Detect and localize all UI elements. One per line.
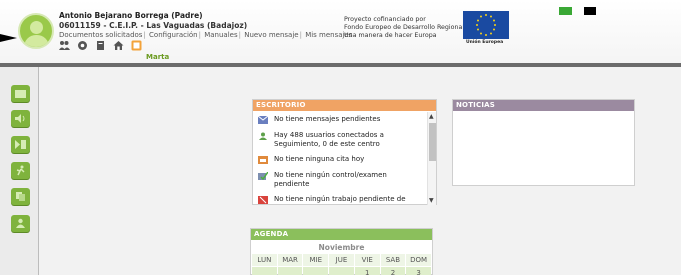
gear-icon[interactable] [77,40,88,51]
mail-icon [258,116,268,124]
calendar-day[interactable]: 1 [354,267,380,275]
escritorio-panel: ESCRITORIO No tiene mensajes pendientes … [252,99,437,205]
agenda-title: AGENDA [251,229,432,240]
noticias-panel: NOTICIAS [452,99,635,186]
header-toolbar [59,40,142,52]
scroll-down-icon[interactable]: ▼ [429,197,434,204]
weekday-header: LUN [252,254,277,266]
person-icon [16,218,25,228]
home-icon [15,90,26,98]
calendar-day[interactable] [252,267,277,275]
sidebar-sound-button[interactable] [11,110,30,127]
calendar-day[interactable] [303,267,329,275]
black-square[interactable] [584,7,596,15]
weekday-header: MIE [303,254,329,266]
scroll-up-icon[interactable]: ▲ [429,113,434,120]
list-item[interactable]: No tiene ningún control/examen pendiente [258,171,424,188]
item-text: No tiene ningún trabajo pendiente de [274,195,406,203]
calendar-day[interactable]: 3 [406,267,431,275]
calendar-day[interactable] [329,267,354,275]
header-nav: Documentos solicitados| Configuración| M… [59,31,353,39]
noticias-title: NOTICIAS [453,100,634,111]
calendar-day[interactable] [277,267,303,275]
item-text: No tiene ninguna cita hoy [274,155,365,163]
list-item[interactable]: No tiene ningún trabajo pendiente de [258,195,424,204]
calendar-grid: LUN MAR MIE JUE VIE SAB DOM 1 2 3 [251,252,432,275]
calendar-icon [258,156,268,164]
exam-icon [258,172,268,180]
calendar-day[interactable]: 2 [380,267,406,275]
list-item[interactable]: No tiene ninguna cita hoy [258,155,424,164]
users-icon[interactable] [59,40,70,51]
user-name: Antonio Bejarano Borrega (Padre) [59,11,203,20]
nav-configuracion[interactable]: Configuración [149,31,198,39]
book-icon[interactable] [95,40,106,51]
eu-line-1: Proyecto cofinanciado por [344,16,426,23]
eu-line-3: Una manera de hacer Europa [344,32,437,39]
nav-documentos[interactable]: Documentos solicitados [59,31,142,39]
sidebar-person-button[interactable] [11,215,30,232]
list-item[interactable]: Hay 488 usuarios conectados a Seguimient… [258,131,424,148]
message-icon[interactable] [131,40,142,51]
escritorio-title: ESCRITORIO [253,100,436,111]
eu-caption: Unión Europea [466,40,504,45]
sidebar-home-button[interactable] [11,85,30,102]
home-icon[interactable] [113,40,124,51]
item-text: No tiene ningún control/examen pendiente [274,171,387,188]
item-text: Hay 488 usuarios conectados a Seguimient… [274,131,384,148]
runner-icon [16,165,25,176]
list-item[interactable]: No tiene mensajes pendientes [258,115,424,124]
item-text: No tiene mensajes pendientes [274,115,381,123]
top-header: Antonio Bejarano Borrega (Padre) 0601115… [0,0,681,64]
header-divider [0,63,681,67]
eu-funding-text: Proyecto cofinanciado por Fondo Europeo … [344,16,464,40]
media-icon [15,140,26,149]
nav-manuales[interactable]: Manuales [204,31,237,39]
avatar[interactable] [18,13,54,49]
sidebar-copy-button[interactable] [11,188,30,205]
student-name[interactable]: Marta [146,53,169,61]
sidebar-runner-button[interactable] [11,162,30,179]
eu-line-2: Fondo Europeo de Desarrollo Regional [344,24,465,31]
weekday-header: JUE [329,254,354,266]
work-icon [258,196,268,204]
sidebar-media-button[interactable] [11,136,30,153]
escritorio-scrollbar[interactable]: ▲ ▼ [427,112,436,205]
scroll-thumb[interactable] [429,123,436,161]
weekday-header: VIE [354,254,380,266]
eu-flag-logo [463,11,509,39]
users-icon [259,132,267,140]
left-sidebar [0,67,39,275]
weekday-header: MAR [277,254,303,266]
weekday-header: SAB [380,254,406,266]
green-square[interactable] [559,7,572,15]
sound-icon [15,114,25,123]
nav-nuevo-mensaje[interactable]: Nuevo mensaje [244,31,298,39]
agenda-month: Noviembre [318,243,365,252]
school-name: 06011159 - C.E.I.P. - Las Vaguadas (Bada… [59,21,248,30]
agenda-panel: AGENDA Noviembre LUN MAR MIE JUE VIE SAB… [250,228,433,275]
weekday-header: DOM [406,254,431,266]
copy-icon [16,192,25,201]
